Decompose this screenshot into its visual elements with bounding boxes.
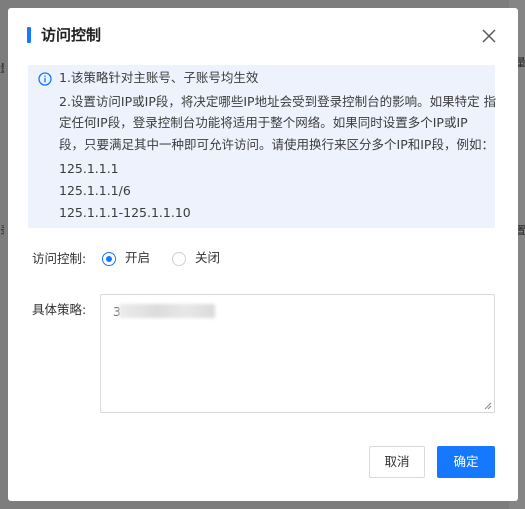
access-control-label: 访问控制: (32, 251, 87, 266)
policy-textarea[interactable]: 3 (100, 294, 495, 413)
cancel-button[interactable]: 取消 (369, 446, 425, 478)
access-control-dialog: 访问控制 1.该策略针对主账号、子账号均生效 2.设置访问IP或IP段，将决定哪… (8, 8, 518, 501)
background-fragment: 量 (0, 60, 4, 76)
radio-enable-label[interactable]: 开启 (125, 249, 150, 267)
notice-line: 125.1.1.1/6 (59, 183, 131, 198)
info-icon (38, 72, 52, 86)
background-fragment: 录 (0, 222, 4, 238)
notice-line: 125.1.1.1-125.1.1.10 (59, 205, 191, 220)
notice-line: 125.1.1.1 (59, 161, 119, 176)
resize-handle-icon[interactable] (484, 402, 492, 410)
redacted-text (119, 304, 215, 318)
notice-line: 段，只要满足其中一种即可允许访问。请使用换行来区分多个IP和IP段，例如： (59, 137, 494, 152)
notice-line: 定任何IP段，登录控制台功能将适用于整个网络。如果同时设置多个IP或IP (59, 115, 468, 130)
title-accent-bar (27, 27, 31, 43)
radio-disable-label[interactable]: 关闭 (195, 249, 220, 267)
dialog-title: 访问控制 (41, 26, 102, 44)
dialog-header: 访问控制 (8, 8, 518, 62)
notice-line: 1.该策略针对主账号、子账号均生效 (59, 70, 259, 85)
notice-box: 1.该策略针对主账号、子账号均生效 2.设置访问IP或IP段，将决定哪些IP地址… (28, 65, 497, 228)
radio-disable[interactable] (172, 252, 186, 266)
confirm-button[interactable]: 确定 (437, 446, 495, 478)
radio-enable[interactable] (102, 252, 116, 266)
close-icon[interactable] (480, 27, 498, 45)
policy-label: 具体策略: (32, 302, 87, 317)
notice-line: 2.设置访问IP或IP段，将决定哪些IP地址会受到登录控制台的影响。如果特定 指 (59, 94, 497, 109)
